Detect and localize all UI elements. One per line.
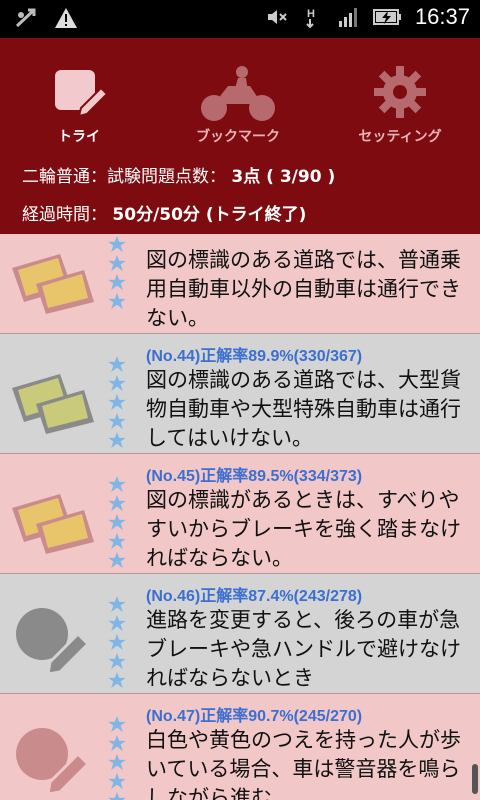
rating-stars <box>108 596 126 688</box>
rating-stars <box>108 356 126 448</box>
data-transfer-icon: H <box>306 8 315 29</box>
star-icon <box>108 356 126 372</box>
question-text: 白色や黄色のつえを持った人が歩いている場合、車は警音器を鳴らしながら進む <box>146 728 461 800</box>
question-header: (No.47)正解率90.7%(245/270) <box>146 708 363 725</box>
question-row[interactable]: (No.47)正解率90.7%(245/270) 白色や黄色のつえを持った人が歩… <box>0 694 480 800</box>
pencil-icon <box>55 70 107 118</box>
star-icon <box>108 375 126 391</box>
motorcycle-icon <box>201 66 275 121</box>
star-icon <box>108 615 126 631</box>
score-line: 二輪普通：試験問題点数： 3点 ( 3/90 ) <box>22 162 335 187</box>
road-sign-thumbnail <box>12 374 94 434</box>
star-icon <box>108 596 126 612</box>
star-icon <box>108 773 126 789</box>
question-text: 図の標識のある道路では、大型貨物自動車や大型特殊自動車は通行してはいけない。 <box>146 368 461 450</box>
question-row[interactable]: (No.46)正解率87.4%(243/278) 進路を変更すると、後ろの車が急… <box>0 574 480 694</box>
warning-icon <box>55 8 77 28</box>
tab-settings-label: セッティング <box>358 128 442 144</box>
time-label: 経過時間： <box>22 205 107 225</box>
time-line: 経過時間： 50分/50分 (トライ終了) <box>22 200 306 225</box>
pencil-thumbnail <box>16 728 91 794</box>
mute-icon <box>267 10 287 24</box>
star-icon <box>108 476 126 492</box>
tab-try-label: トライ <box>58 128 100 144</box>
question-row[interactable]: 図の標識のある道路では、普通乗用自動車以外の自動車は通行できない。 <box>0 234 480 334</box>
road-sign-thumbnail <box>12 254 94 314</box>
star-icon <box>108 735 126 751</box>
rating-stars <box>108 476 126 568</box>
tab-try[interactable]: トライ <box>19 52 139 162</box>
star-icon <box>108 432 126 448</box>
pencil-thumbnail <box>16 608 91 674</box>
tab-settings[interactable]: セッティング <box>340 52 460 162</box>
score-label: 二輪普通：試験問題点数： <box>22 167 226 187</box>
question-row[interactable]: (No.45)正解率89.5%(334/373) 図の標識があるときは、すべりや… <box>0 454 480 574</box>
app-header: トライ ブックマーク セッティング 二輪普通：試験問題点数： 3点 (3/90… <box>0 38 480 234</box>
star-icon <box>108 716 126 732</box>
question-text: 図の標識のある道路では、普通乗用自動車以外の自動車は通行できない。 <box>146 248 461 330</box>
star-icon <box>108 653 126 669</box>
star-icon <box>108 754 126 770</box>
question-text: 進路を変更すると、後ろの車が急ブレーキや急ハンドルで避けなければならないとき <box>146 608 461 690</box>
star-icon <box>108 495 126 511</box>
star-icon <box>108 255 126 271</box>
question-header: (No.44)正解率89.9%(330/367) <box>146 348 363 365</box>
tab-bookmark-label: ブックマーク <box>196 128 280 144</box>
star-icon <box>108 394 126 410</box>
question-text: 図の標識があるときは、すべりやすいからブレーキを強く踏まなければならない。 <box>146 488 461 570</box>
question-header: (No.46)正解率87.4%(243/278) <box>146 588 363 605</box>
rating-stars <box>108 236 126 309</box>
question-row[interactable]: (No.44)正解率89.9%(330/367) 図の標識のある道路では、大型貨… <box>0 334 480 454</box>
star-icon <box>108 413 126 429</box>
gear-icon <box>374 66 426 118</box>
svg-text:H: H <box>307 8 315 20</box>
scrollbar-thumb[interactable] <box>472 764 478 794</box>
road-sign-thumbnail <box>12 494 94 554</box>
clock: 16:37 <box>414 4 470 29</box>
star-icon <box>108 514 126 530</box>
question-list[interactable]: 図の標識のある道路では、普通乗用自動車以外の自動車は通行できない。 (No.44… <box>0 234 480 800</box>
tab-bookmark[interactable]: ブックマーク <box>178 52 298 162</box>
star-icon <box>108 634 126 650</box>
time-value: 50分/50分 (トライ終了) <box>112 205 307 225</box>
star-icon <box>108 672 126 688</box>
score-value: 3点 ( 3/90 ) <box>231 167 336 187</box>
battery-charging-icon <box>372 9 401 25</box>
usb-debug-icon <box>15 8 36 28</box>
star-icon <box>108 236 126 252</box>
question-header: (No.45)正解率89.5%(334/373) <box>146 468 363 485</box>
rating-stars <box>108 716 126 800</box>
signal-icon <box>338 8 357 27</box>
status-bar: H 16:37 <box>0 0 480 38</box>
star-icon <box>108 552 126 568</box>
star-icon <box>108 293 126 309</box>
star-icon <box>108 792 126 800</box>
star-icon <box>108 533 126 549</box>
star-icon <box>108 274 126 290</box>
